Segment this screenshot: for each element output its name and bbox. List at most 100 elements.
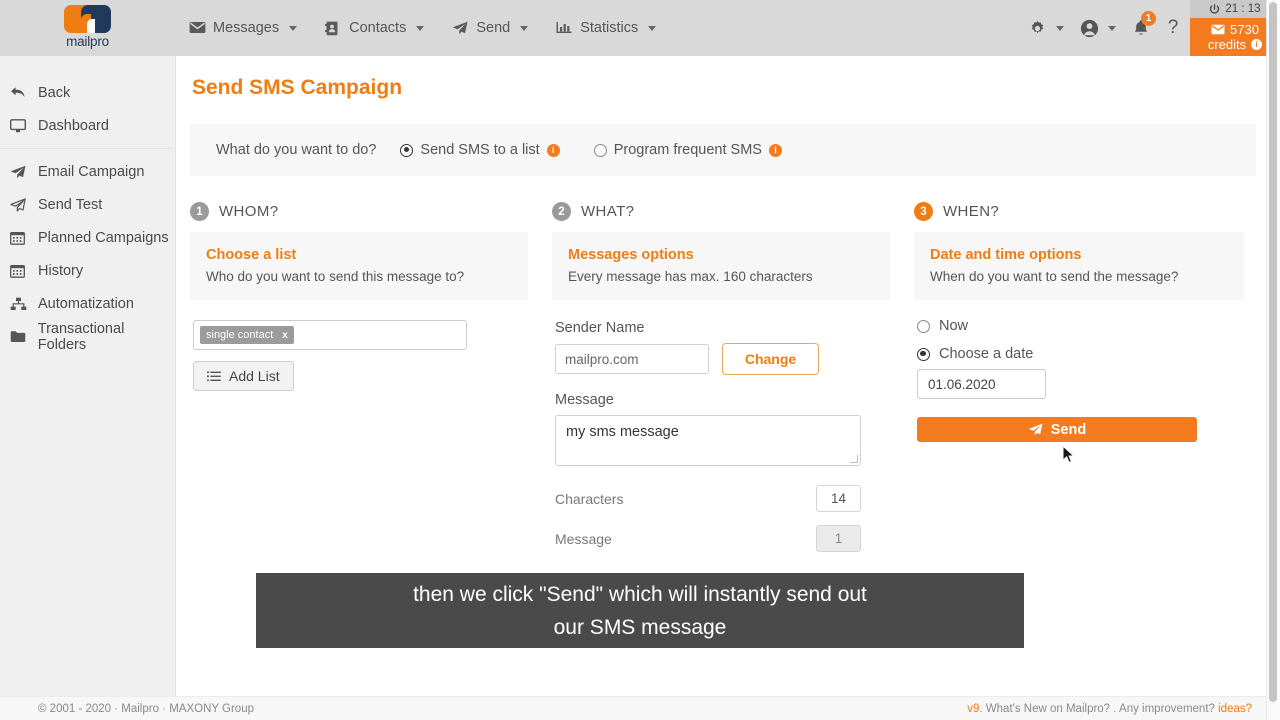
characters-value: 14 (816, 485, 861, 512)
logo-wordmark: mailpro (66, 34, 109, 49)
sidebar-label-email-campaign: Email Campaign (38, 163, 145, 180)
sidebar-item-email-campaign[interactable]: Email Campaign (0, 155, 175, 188)
radio-button-selected[interactable] (400, 143, 414, 157)
tag-remove-icon[interactable]: x (282, 330, 288, 341)
tag-label: single contact (206, 329, 274, 341)
radio-label-choose-a-date: Choose a date (939, 346, 1034, 362)
info-icon[interactable]: i (546, 143, 560, 157)
characters-label: Characters (555, 490, 624, 507)
nav-item-send[interactable]: Send (438, 0, 542, 56)
sidebar-item-back[interactable]: Back (0, 76, 175, 109)
notification-badge: 1 (1141, 11, 1156, 26)
scrollbar-thumb[interactable] (1269, 2, 1277, 702)
chevron-down-icon[interactable] (1108, 25, 1116, 31)
card-date-and-time-options: Date and time options When do you want t… (914, 232, 1244, 300)
sidebar-item-send-test[interactable]: Send Test (0, 188, 175, 221)
radio-button-unselected[interactable] (917, 319, 930, 333)
step-number-2: 2 (552, 202, 571, 221)
message-textarea[interactable]: my sms message (555, 415, 861, 466)
sidebar-item-transactional-folders[interactable]: Transactional Folders (0, 320, 175, 353)
footer-right-text: . What's New on Mailpro? . Any improveme… (979, 702, 1219, 715)
radio-label-now: Now (939, 318, 969, 334)
sidebar-label-back: Back (38, 84, 71, 101)
back-arrow-icon (10, 86, 28, 99)
nav-item-messages[interactable]: Messages (175, 0, 311, 56)
radio-button-unselected[interactable] (593, 143, 607, 157)
credits-label: credits (1207, 37, 1247, 52)
gear-icon[interactable] (1022, 0, 1052, 56)
radio-send-sms-to-a-list[interactable]: Send SMS to a list i (400, 142, 560, 158)
radio-now[interactable]: Now (917, 318, 1244, 334)
chevron-down-icon[interactable] (1056, 25, 1064, 31)
footer-links: v9. What's New on Mailpro? . Any improve… (967, 703, 1252, 715)
sidebar-item-dashboard[interactable]: Dashboard (0, 109, 175, 142)
radio-program-frequent-sms[interactable]: Program frequent SMS i (593, 142, 782, 158)
sidebar-item-automatization[interactable]: Automatization (0, 287, 175, 320)
top-bar-right-group: 1 ? 21 : 13 5730 credits i (1022, 0, 1280, 56)
sidebar-label-automatization: Automatization (38, 295, 134, 312)
chevron-down-icon (648, 25, 657, 31)
card-title-messages-options: Messages options (568, 247, 694, 263)
step-column-whom: 1 WHOM? Choose a list Who do you want to… (190, 202, 528, 552)
date-input[interactable]: 01.06.2020 (917, 369, 1046, 399)
characters-counter-row: Characters 14 (555, 485, 861, 512)
page-scrollbar[interactable] (1266, 0, 1280, 720)
step-header-what: 2 WHAT? (552, 202, 890, 221)
settings-group[interactable] (1022, 0, 1074, 56)
steps-columns: 1 WHOM? Choose a list Who do you want to… (190, 202, 1272, 552)
info-icon[interactable]: i (1251, 39, 1263, 50)
calendar-icon (10, 264, 28, 278)
user-circle-icon[interactable] (1074, 0, 1104, 56)
radio-choose-a-date[interactable]: Choose a date (917, 346, 1244, 362)
chevron-down-icon (416, 25, 425, 31)
sidebar-item-history[interactable]: History (0, 254, 175, 287)
chevron-down-icon (289, 25, 298, 31)
contact-list-tag[interactable]: single contact x (200, 326, 294, 344)
step-title-what: WHAT? (581, 203, 635, 220)
paper-plane-icon (452, 21, 469, 36)
list-icon (207, 370, 221, 382)
sidebar-item-planned-campaigns[interactable]: Planned Campaigns (0, 221, 175, 254)
notifications-button[interactable]: 1 (1126, 0, 1156, 56)
nav-item-statistics[interactable]: Statistics (542, 0, 670, 56)
send-button-label: Send (1050, 421, 1087, 438)
footer-ideas-link[interactable]: ideas? (1218, 703, 1252, 715)
add-list-button[interactable]: Add List (193, 361, 294, 391)
list-tag-input[interactable]: single contact x (193, 320, 467, 350)
nav-label-statistics: Statistics (580, 20, 639, 36)
paper-plane-icon (10, 165, 28, 179)
envelope-icon (1211, 24, 1225, 35)
when-body: Now Choose a date 01.06.2020 Send (914, 300, 1244, 442)
step-header-when: 3 WHEN? (914, 202, 1244, 221)
sidebar-label-send-test: Send Test (38, 196, 103, 213)
card-title-choose-a-list: Choose a list (206, 247, 297, 263)
card-sub-date-time: When do you want to send the message? (930, 269, 1179, 284)
radio-button-selected[interactable] (917, 347, 930, 361)
mailpro-logo[interactable]: mailpro (0, 0, 175, 56)
step-title-when: WHEN? (943, 203, 1000, 220)
step-header-whom: 1 WHOM? (190, 202, 528, 221)
sidebar: Back Dashboard Email Campaign Send Test … (0, 56, 176, 696)
step-title-whom: WHOM? (219, 203, 279, 220)
send-button[interactable]: Send (917, 417, 1197, 442)
calendar-icon (10, 231, 28, 245)
sender-name-input[interactable]: mailpro.com (555, 344, 709, 374)
radio-label-send-sms-to-a-list: Send SMS to a list (420, 142, 540, 158)
sender-name-label: Sender Name (555, 320, 645, 336)
folder-icon (10, 330, 28, 343)
change-sender-button[interactable]: Change (722, 343, 819, 375)
nav-item-contacts[interactable]: Contacts (311, 0, 438, 56)
footer-version[interactable]: v9 (967, 703, 979, 715)
mouse-cursor (1062, 445, 1076, 465)
caption-line-1: then we click "Send" which will instantl… (413, 582, 867, 606)
step-number-3: 3 (914, 202, 933, 221)
account-group[interactable] (1074, 0, 1126, 56)
nav-label-messages: Messages (213, 20, 280, 36)
paper-plane-outline-icon (10, 197, 28, 212)
help-button[interactable]: ? (1156, 0, 1190, 56)
add-list-label: Add List (229, 368, 280, 384)
session-time-value: 21 : 13 (1225, 3, 1261, 15)
info-icon[interactable]: i (768, 143, 782, 157)
footer-copyright: © 2001 - 2020 · Mailpro · MAXONY Group (38, 702, 254, 715)
sender-name-row: mailpro.com Change (555, 343, 887, 375)
